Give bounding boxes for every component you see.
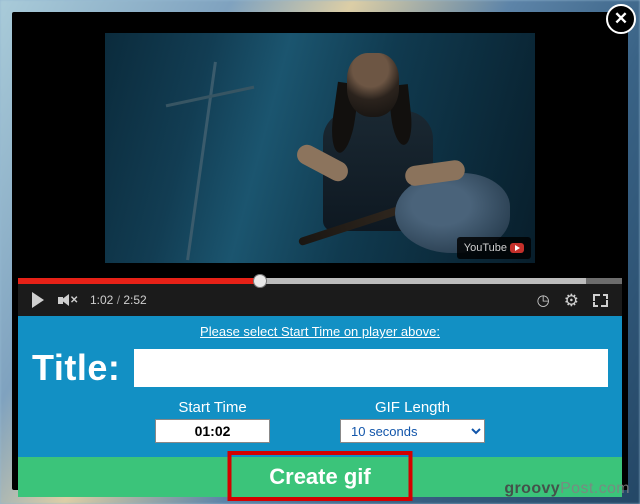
watch-later-button[interactable]: ◷ — [537, 291, 550, 309]
start-time-group: Start Time — [155, 399, 270, 443]
gif-creator-modal: ✕ YouTube — [12, 12, 628, 490]
settings-button[interactable]: ⚙ — [564, 292, 579, 309]
youtube-badge[interactable]: YouTube — [457, 237, 531, 259]
time-display: 1:02 / 2:52 — [90, 293, 147, 307]
current-time: 1:02 — [90, 293, 113, 307]
create-gif-label: Create gif — [269, 464, 370, 490]
start-time-input[interactable] — [155, 419, 270, 443]
player-controls: ✕ 1:02 / 2:52 ◷ ⚙ — [18, 284, 622, 316]
fullscreen-icon — [593, 294, 608, 307]
volume-muted-icon: ✕ — [58, 293, 76, 308]
gif-settings-panel: Please select Start Time on player above… — [18, 316, 622, 457]
gif-length-group: GIF Length 10 seconds — [340, 399, 485, 443]
fullscreen-button[interactable] — [593, 294, 608, 307]
gif-length-select[interactable]: 10 seconds — [340, 419, 485, 443]
mic-stand-silhouette — [186, 62, 217, 260]
title-label: Title: — [32, 347, 120, 389]
close-button[interactable]: ✕ — [606, 4, 636, 34]
duration: 2:52 — [123, 293, 146, 307]
gear-icon: ⚙ — [564, 292, 579, 309]
instruction-text: Please select Start Time on player above… — [32, 324, 608, 339]
clock-icon: ◷ — [537, 291, 550, 309]
watermark: groovyPost.com — [504, 480, 630, 498]
title-input[interactable] — [134, 349, 608, 387]
gif-length-label: GIF Length — [375, 399, 450, 416]
youtube-badge-label: YouTube — [464, 242, 507, 254]
video-player-bar: ✕ 1:02 / 2:52 ◷ ⚙ — [18, 278, 622, 316]
create-gif-button[interactable]: Create gif — [230, 459, 410, 495]
timing-options: Start Time GIF Length 10 seconds — [32, 399, 608, 443]
guitarist-silhouette — [275, 53, 475, 258]
video-frame[interactable]: YouTube — [105, 33, 535, 263]
watermark-brand: groovy — [504, 480, 560, 497]
start-time-label: Start Time — [178, 399, 246, 416]
close-icon: ✕ — [614, 9, 628, 29]
time-separator: / — [117, 293, 124, 307]
watermark-suffix: Post.com — [560, 480, 630, 497]
play-button[interactable] — [32, 292, 44, 308]
mute-button[interactable]: ✕ — [58, 293, 76, 308]
play-icon — [32, 292, 44, 308]
title-row: Title: — [32, 347, 608, 389]
video-area: YouTube — [18, 18, 622, 278]
youtube-icon — [510, 243, 524, 253]
